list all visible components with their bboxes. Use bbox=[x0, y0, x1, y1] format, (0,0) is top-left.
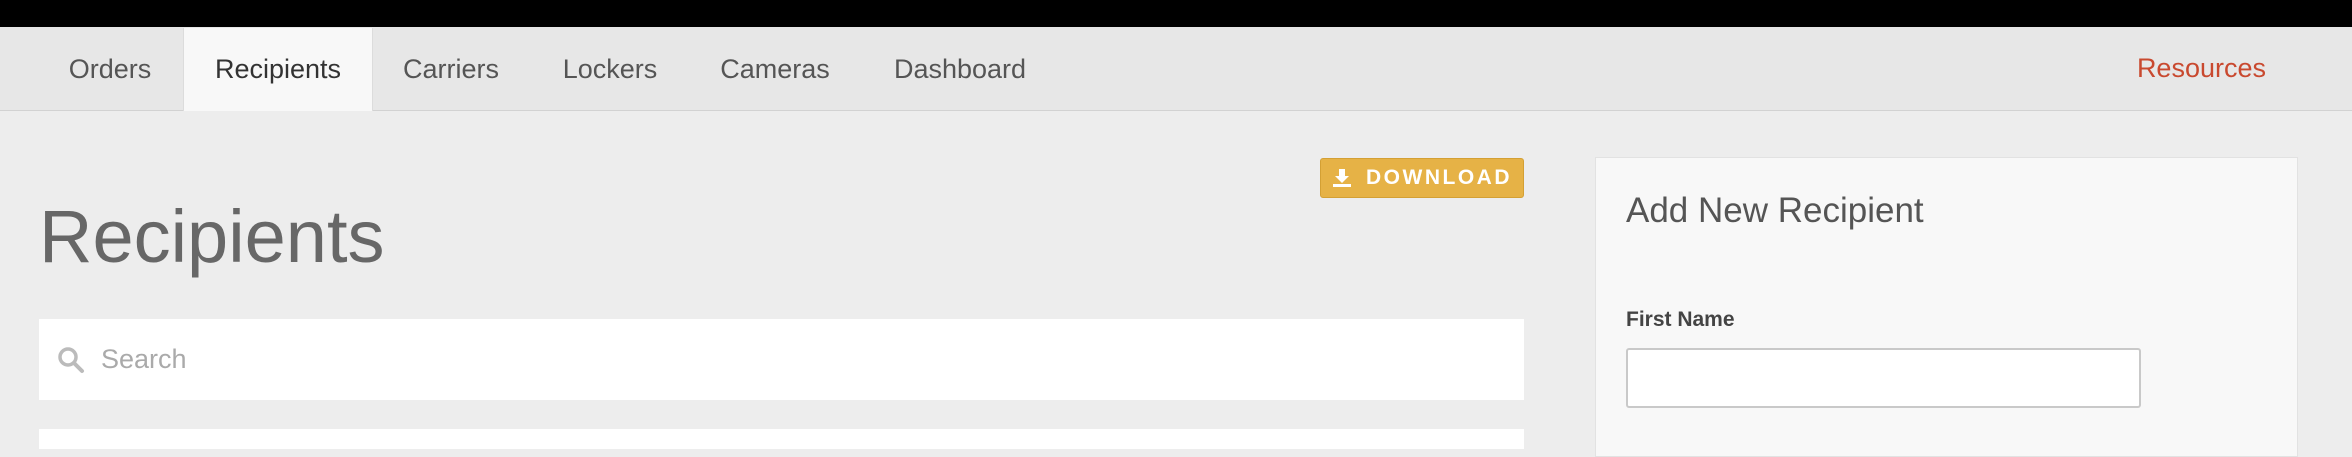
top-black-bar bbox=[0, 0, 2352, 27]
download-icon bbox=[1332, 168, 1352, 188]
download-label: DOWNLOAD bbox=[1366, 166, 1512, 189]
card-title: Add New Recipient bbox=[1626, 191, 1924, 230]
search-icon bbox=[57, 346, 85, 379]
first-name-field[interactable] bbox=[1626, 348, 2141, 408]
tab-carriers[interactable]: Carriers bbox=[378, 28, 524, 110]
download-button[interactable]: DOWNLOAD bbox=[1320, 158, 1524, 198]
resources-link[interactable]: Resources bbox=[2137, 28, 2266, 108]
first-name-label: First Name bbox=[1626, 308, 1735, 331]
tab-cameras[interactable]: Cameras bbox=[700, 28, 850, 110]
tab-dashboard[interactable]: Dashboard bbox=[872, 28, 1048, 110]
recipients-list-panel bbox=[39, 429, 1524, 449]
main-navbar: Orders Recipients Carriers Lockers Camer… bbox=[0, 27, 2352, 111]
add-recipient-card: Add New Recipient First Name bbox=[1595, 157, 2298, 457]
tab-orders[interactable]: Orders bbox=[44, 28, 176, 110]
page-title: Recipients bbox=[39, 195, 385, 278]
tab-recipients[interactable]: Recipients bbox=[183, 28, 373, 111]
tab-lockers[interactable]: Lockers bbox=[540, 28, 680, 110]
search-input[interactable] bbox=[101, 319, 1501, 400]
search-box bbox=[39, 319, 1524, 400]
